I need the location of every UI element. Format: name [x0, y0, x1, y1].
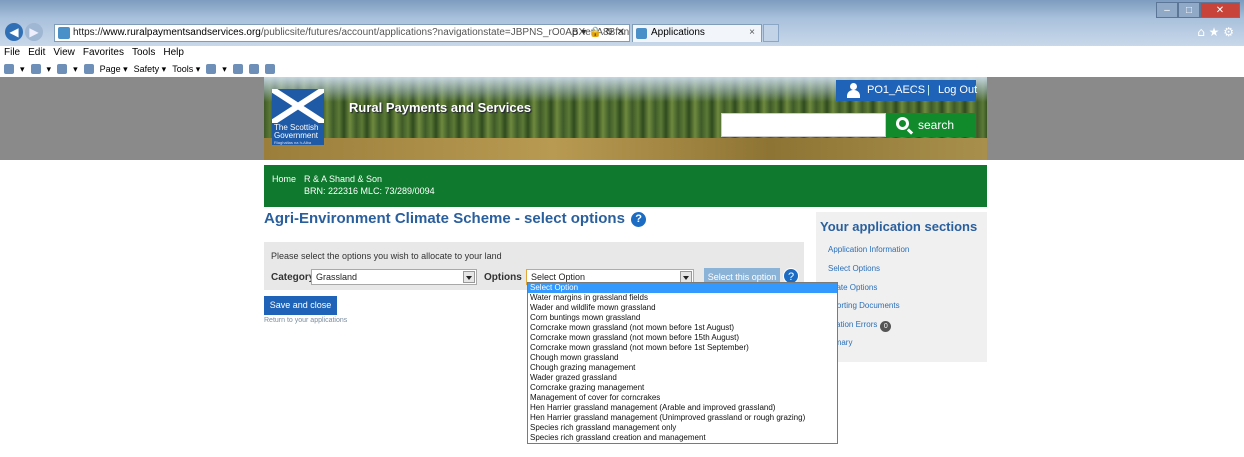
business-header: Home R & A Shand & Son BRN: 222316 MLC: …: [264, 165, 987, 207]
banner-field: [264, 138, 987, 160]
safety-menu[interactable]: Safety ▾: [134, 62, 167, 77]
page-title: Agri-Environment Climate Scheme - select…: [264, 210, 647, 227]
instruction-text: Please select the options you wish to al…: [271, 251, 502, 261]
home-dropdown[interactable]: ▾: [20, 62, 25, 77]
dropdown-option[interactable]: Wader and wildlife mown grassland: [528, 303, 837, 313]
url-protocol: https://: [73, 27, 104, 38]
chevron-down-icon[interactable]: [463, 271, 475, 283]
new-tab-button[interactable]: [763, 24, 779, 42]
window-controls: – □ ✕: [1156, 2, 1240, 18]
feeds-dropdown[interactable]: ▾: [47, 62, 52, 77]
dropdown-option[interactable]: Corncrake mown grassland (not mown befor…: [528, 323, 837, 333]
minimize-button[interactable]: –: [1156, 2, 1178, 18]
menu-bar: File Edit View Favorites Tools Help: [0, 46, 1244, 61]
user-bar: PO1_AECS | Log Out: [836, 80, 977, 101]
page-title-text: Agri-Environment Climate Scheme - select…: [264, 210, 625, 227]
site-title: Rural Payments and Services: [349, 100, 532, 115]
dropdown-option[interactable]: Corncrake mown grassland (not mown befor…: [528, 333, 837, 343]
sidebar-item-application-information[interactable]: Application Information: [828, 245, 909, 254]
userbar-separator: |: [927, 84, 930, 96]
search-icon: [896, 117, 909, 130]
saltire-flag-icon: [272, 89, 324, 123]
help-dropdown[interactable]: ▾: [222, 62, 227, 77]
logo-line-3: Riaghaltas na h-Alba: [274, 140, 312, 145]
errors-count-badge: 0: [880, 321, 892, 332]
dropdown-option[interactable]: Chough grazing management: [528, 363, 837, 373]
sidebar-item-select-options[interactable]: Select Options: [828, 264, 880, 273]
options-label: Options: [484, 272, 522, 283]
application-sections-sidebar: Your application sections Application In…: [816, 212, 987, 362]
logo-line-2: Government: [274, 131, 319, 140]
sidebar-item-supporting-documents[interactable]: pporting Documents: [828, 301, 900, 310]
dropdown-option[interactable]: Corncrake grazing management: [528, 383, 837, 393]
maximize-button[interactable]: □: [1178, 2, 1200, 18]
address-bar-tools[interactable]: ρ ▾ 🔒 ↻ ✕: [572, 25, 625, 41]
mail-icon[interactable]: [57, 64, 68, 74]
browser-window: { "browser": { "url_protocol": "https://…: [0, 0, 1244, 457]
dropdown-option[interactable]: Corncrake mown grassland (not mown befor…: [528, 343, 837, 353]
category-label: Category: [271, 272, 315, 283]
business-reference: BRN: 222316 MLC: 73/289/0094: [304, 186, 435, 196]
options-dropdown-list: Select Option Water margins in grassland…: [527, 282, 838, 444]
tools-menu[interactable]: Tools ▾: [172, 62, 200, 77]
dropdown-option[interactable]: Water margins in grassland fields: [528, 293, 837, 303]
search-button[interactable]: search: [886, 113, 976, 137]
category-select-value: Grassland: [316, 272, 358, 282]
business-name: R & A Shand & Son: [304, 174, 383, 184]
url-host: www.ruralpaymentsandservices.org: [103, 27, 261, 38]
menu-favorites[interactable]: Favorites: [83, 46, 124, 61]
addon-icon[interactable]: [232, 64, 243, 74]
dropdown-option[interactable]: Species rich grassland creation and mana…: [528, 433, 837, 443]
dropdown-option[interactable]: Hen Harrier grassland management (Arable…: [528, 403, 837, 413]
logout-link[interactable]: Log Out: [938, 80, 977, 101]
dropdown-option[interactable]: Corn buntings mown grassland: [528, 313, 837, 323]
user-icon: [846, 83, 860, 98]
tab-favicon-icon: [636, 28, 647, 39]
dropdown-option[interactable]: Management of cover for corncrakes: [528, 393, 837, 403]
logo-text: The Scottish Government Riaghaltas na h-…: [272, 123, 324, 145]
menu-tools[interactable]: Tools: [132, 46, 155, 61]
browser-tab-applications[interactable]: Applications ×: [632, 24, 762, 42]
sidebar-heading: Your application sections: [820, 219, 978, 234]
search-button-label: search: [918, 118, 955, 132]
save-and-close-button[interactable]: Save and close: [264, 296, 337, 315]
browser-toolbar-icons[interactable]: ⌂ ★ ⚙: [1197, 25, 1234, 39]
site-favicon-icon: [58, 27, 70, 39]
forward-button[interactable]: ▶: [25, 23, 43, 41]
close-window-button[interactable]: ✕: [1200, 2, 1240, 18]
help-icon[interactable]: [206, 64, 217, 74]
search-input[interactable]: [721, 113, 886, 137]
tab-close-icon[interactable]: ×: [749, 25, 755, 41]
dropdown-option[interactable]: Select Option: [528, 283, 837, 293]
dropdown-option[interactable]: Species rich grassland management only: [528, 423, 837, 433]
options-select-value: Select Option: [531, 272, 586, 282]
tab-title: Applications: [651, 27, 705, 38]
username[interactable]: PO1_AECS: [867, 80, 925, 101]
dropdown-option[interactable]: Wader grazed grassland: [528, 373, 837, 383]
back-button[interactable]: ◀: [5, 23, 23, 41]
menu-help[interactable]: Help: [163, 46, 184, 61]
page-menu[interactable]: Page ▾: [100, 62, 128, 77]
menu-edit[interactable]: Edit: [28, 46, 45, 61]
address-bar[interactable]: https://www.ruralpaymentsandservices.org…: [54, 24, 630, 42]
onenote-icon[interactable]: [248, 64, 259, 74]
home-icon[interactable]: [4, 64, 14, 74]
category-select[interactable]: Grassland: [311, 269, 477, 285]
menu-file[interactable]: File: [4, 46, 20, 61]
scottish-government-logo[interactable]: The Scottish Government Riaghaltas na h-…: [272, 89, 324, 145]
feeds-icon[interactable]: [30, 64, 41, 74]
print-icon[interactable]: [83, 64, 94, 74]
extension-icon[interactable]: [264, 64, 275, 74]
dropdown-option[interactable]: Hen Harrier grassland management (Unimpr…: [528, 413, 837, 423]
home-link[interactable]: Home: [272, 174, 296, 184]
dropdown-option[interactable]: Chough mown grassland: [528, 353, 837, 363]
mail-dropdown[interactable]: ▾: [73, 62, 78, 77]
help-icon[interactable]: ?: [631, 212, 647, 227]
return-to-applications-link[interactable]: Return to your applications: [264, 317, 347, 324]
menu-view[interactable]: View: [53, 46, 75, 61]
command-bar: ▾ ▾ ▾ Page ▾ Safety ▾ Tools ▾ ▾: [0, 61, 1244, 77]
